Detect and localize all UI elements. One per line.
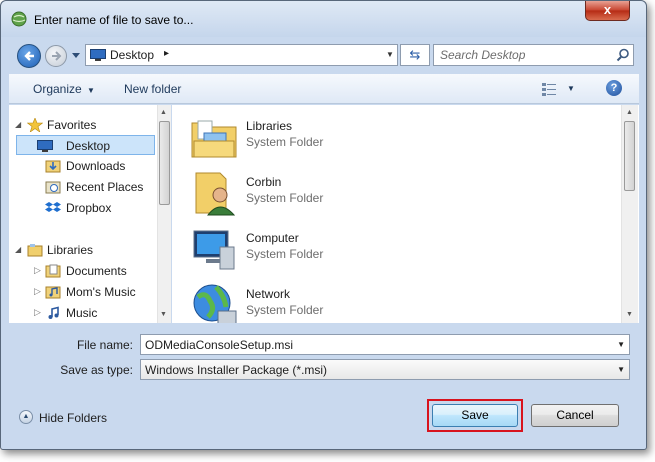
file-item-corbin[interactable]: Corbin System Folder <box>190 165 490 221</box>
recent-pages-dropdown-icon[interactable] <box>71 50 81 60</box>
sidebar-item-dropbox[interactable]: Dropbox <box>9 198 159 218</box>
sidebar-item-label: Music <box>66 306 98 320</box>
file-type: System Folder <box>246 303 324 317</box>
file-type: System Folder <box>246 247 324 261</box>
favorites-group[interactable]: ◢ Favorites <box>9 115 159 135</box>
app-globe-icon <box>11 11 27 27</box>
organize-caret-icon[interactable]: ▼ <box>87 86 95 95</box>
navigation-pane: ◢ Favorites Desktop Downloads Recent Pla… <box>9 105 171 323</box>
hide-folders-button[interactable]: Hide Folders <box>39 411 107 425</box>
sidebar-item-label: Downloads <box>66 159 126 173</box>
file-type: System Folder <box>246 191 324 205</box>
search-icon[interactable] <box>616 48 630 62</box>
change-view-icon[interactable] <box>542 82 556 96</box>
network-icon <box>193 284 237 323</box>
search-box[interactable] <box>433 44 634 66</box>
save-button[interactable]: Save <box>432 404 518 427</box>
dropbox-icon <box>45 202 61 212</box>
command-toolbar: Organize ▼ New folder ▼ ? <box>9 74 639 104</box>
file-name: Libraries <box>246 119 293 133</box>
sidebar-item-downloads[interactable]: Downloads <box>9 156 159 176</box>
help-icon[interactable]: ? <box>606 80 622 96</box>
expand-icon[interactable]: ▷ <box>34 265 41 276</box>
libraries-folder-icon <box>191 120 237 158</box>
file-name: Network <box>246 287 291 301</box>
sidebar-item-desktop[interactable]: Desktop <box>16 135 155 155</box>
cancel-button[interactable]: Cancel <box>531 404 619 427</box>
scroll-down-icon[interactable]: ▼ <box>626 311 633 318</box>
file-type: System Folder <box>246 135 324 149</box>
collapse-favorites-icon[interactable]: ◢ <box>15 120 21 129</box>
view-options-caret-icon[interactable]: ▼ <box>567 84 575 93</box>
documents-icon <box>45 264 61 278</box>
expand-icon[interactable]: ▷ <box>34 307 41 318</box>
save-type-select[interactable]: Windows Installer Package (*.msi) ▼ <box>140 359 630 380</box>
breadcrumb-chevron-icon[interactable]: ▸ <box>164 48 169 59</box>
sidebar-item-documents[interactable]: ▷ Documents <box>9 261 159 281</box>
file-item-computer[interactable]: Computer System Folder <box>190 221 490 277</box>
file-item-libraries[interactable]: Libraries System Folder <box>190 109 490 165</box>
sidebar-item-label: Dropbox <box>66 201 112 215</box>
search-input[interactable] <box>440 48 610 62</box>
expand-icon[interactable]: ▷ <box>34 286 41 297</box>
navigation-scrollbar[interactable]: ▲ ▼ <box>157 105 171 323</box>
save-type-label: Save as type: <box>60 363 133 377</box>
favorites-label: Favorites <box>47 118 97 132</box>
sidebar-item-label: Documents <box>66 264 127 278</box>
user-folder-icon <box>195 172 236 216</box>
scroll-down-icon[interactable]: ▼ <box>160 311 167 318</box>
downloads-icon <box>45 160 61 173</box>
address-dropdown-icon[interactable]: ▼ <box>386 50 394 59</box>
libraries-group[interactable]: ◢ Libraries <box>9 240 159 260</box>
forward-arrow-icon <box>52 51 62 61</box>
organize-menu-button[interactable]: Organize <box>33 82 82 96</box>
collapse-libraries-icon[interactable]: ◢ <box>15 245 21 254</box>
file-name-field[interactable]: ODMediaConsoleSetup.msi ▼ <box>140 334 630 355</box>
favorites-star-icon <box>27 118 43 132</box>
refresh-button[interactable]: ⇆ <box>400 44 430 66</box>
file-name: Corbin <box>246 175 282 189</box>
desktop-icon <box>37 140 53 152</box>
scroll-up-icon[interactable]: ▲ <box>160 109 167 116</box>
address-bar[interactable]: Desktop ▸ ▼ <box>85 44 398 66</box>
sidebar-item-recent-places[interactable]: Recent Places <box>9 177 159 197</box>
scrollbar-thumb[interactable] <box>159 121 170 205</box>
back-arrow-icon <box>24 51 34 61</box>
new-folder-button[interactable]: New folder <box>124 82 181 96</box>
sidebar-item-moms-music[interactable]: ▷ Mom's Music <box>9 282 159 302</box>
save-type-dropdown-icon[interactable]: ▼ <box>617 365 625 374</box>
sidebar-item-music[interactable]: ▷ Music <box>9 303 159 323</box>
address-location[interactable]: Desktop <box>110 48 154 62</box>
forward-button[interactable] <box>45 45 67 67</box>
file-name: Computer <box>246 231 299 245</box>
file-list: Libraries System Folder Corbin System Fo… <box>172 105 639 323</box>
music-icon <box>48 306 59 319</box>
sidebar-item-label: Desktop <box>66 139 111 153</box>
file-list-scrollbar[interactable]: ▲ ▼ <box>621 105 638 323</box>
scrollbar-thumb[interactable] <box>624 121 635 191</box>
file-name-dropdown-icon[interactable]: ▼ <box>617 340 625 349</box>
libraries-icon <box>27 244 43 257</box>
file-item-network[interactable]: Network System Folder <box>190 277 490 323</box>
file-name-label: File name: <box>76 338 133 352</box>
computer-icon <box>193 230 235 270</box>
music-icon <box>45 286 61 299</box>
save-dialog-window: Enter name of file to save to... x Deskt… <box>0 0 647 450</box>
file-name-value[interactable]: ODMediaConsoleSetup.msi <box>145 338 293 352</box>
sidebar-item-label: Mom's Music <box>66 285 136 299</box>
libraries-label: Libraries <box>47 243 94 257</box>
back-button[interactable] <box>17 44 41 68</box>
hide-folders-icon[interactable]: ▲ <box>19 410 33 424</box>
scroll-up-icon[interactable]: ▲ <box>626 109 633 116</box>
title-bar: Enter name of file to save to... x <box>1 1 646 37</box>
save-type-value[interactable]: Windows Installer Package (*.msi) <box>145 363 327 377</box>
window-title: Enter name of file to save to... <box>34 13 194 27</box>
close-button[interactable]: x <box>585 1 630 21</box>
desktop-icon <box>90 49 106 61</box>
recent-places-icon <box>45 181 61 194</box>
sidebar-item-label: Recent Places <box>66 180 144 194</box>
